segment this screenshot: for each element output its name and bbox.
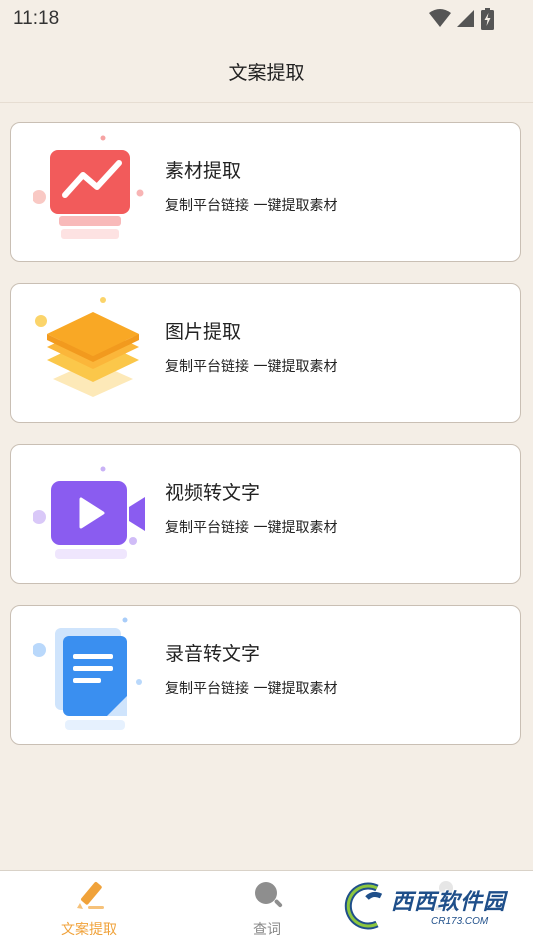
watermark-subtext: CR173.COM <box>431 916 489 927</box>
video-camera-icon <box>33 466 145 559</box>
card-subtitle: 复制平台链接 一键提取素材 <box>165 359 338 375</box>
status-bar: 11:18 <box>0 0 533 36</box>
card-title: 视频转文字 <box>165 482 261 504</box>
pencil-icon <box>77 882 104 909</box>
tab-text-extract[interactable]: 文案提取 <box>0 871 178 949</box>
battery-charging-icon <box>481 8 494 30</box>
card-title: 素材提取 <box>165 160 242 182</box>
card-material-extract[interactable]: 素材提取 复制平台链接 一键提取素材 <box>10 122 521 262</box>
chart-monitor-icon <box>33 135 144 239</box>
tab-label: 查词 <box>253 922 281 938</box>
search-icon <box>255 882 283 908</box>
signal-icon <box>457 10 474 27</box>
document-icon <box>33 617 142 730</box>
watermark-logo: 西西软件园 CR173.COM <box>333 872 513 938</box>
card-subtitle: 复制平台链接 一键提取素材 <box>165 198 338 214</box>
app-header: 文案提取 <box>0 36 533 103</box>
card-title: 录音转文字 <box>165 643 261 665</box>
status-time: 11:18 <box>13 8 60 29</box>
card-audio-to-text[interactable]: 录音转文字 复制平台链接 一键提取素材 <box>10 605 521 745</box>
card-video-to-text[interactable]: 视频转文字 复制平台链接 一键提取素材 <box>10 444 521 584</box>
card-image-extract[interactable]: 图片提取 复制平台链接 一键提取素材 <box>10 283 521 423</box>
card-subtitle: 复制平台链接 一键提取素材 <box>165 520 338 536</box>
card-title: 图片提取 <box>165 321 242 343</box>
tab-label: 文案提取 <box>61 922 117 938</box>
tab-search-word[interactable]: 查词 <box>178 871 356 949</box>
wifi-icon <box>429 9 451 27</box>
page-title: 文案提取 <box>228 62 305 84</box>
watermark-text: 西西软件园 <box>391 890 507 915</box>
card-subtitle: 复制平台链接 一键提取素材 <box>165 681 338 697</box>
layers-icon <box>35 297 139 397</box>
